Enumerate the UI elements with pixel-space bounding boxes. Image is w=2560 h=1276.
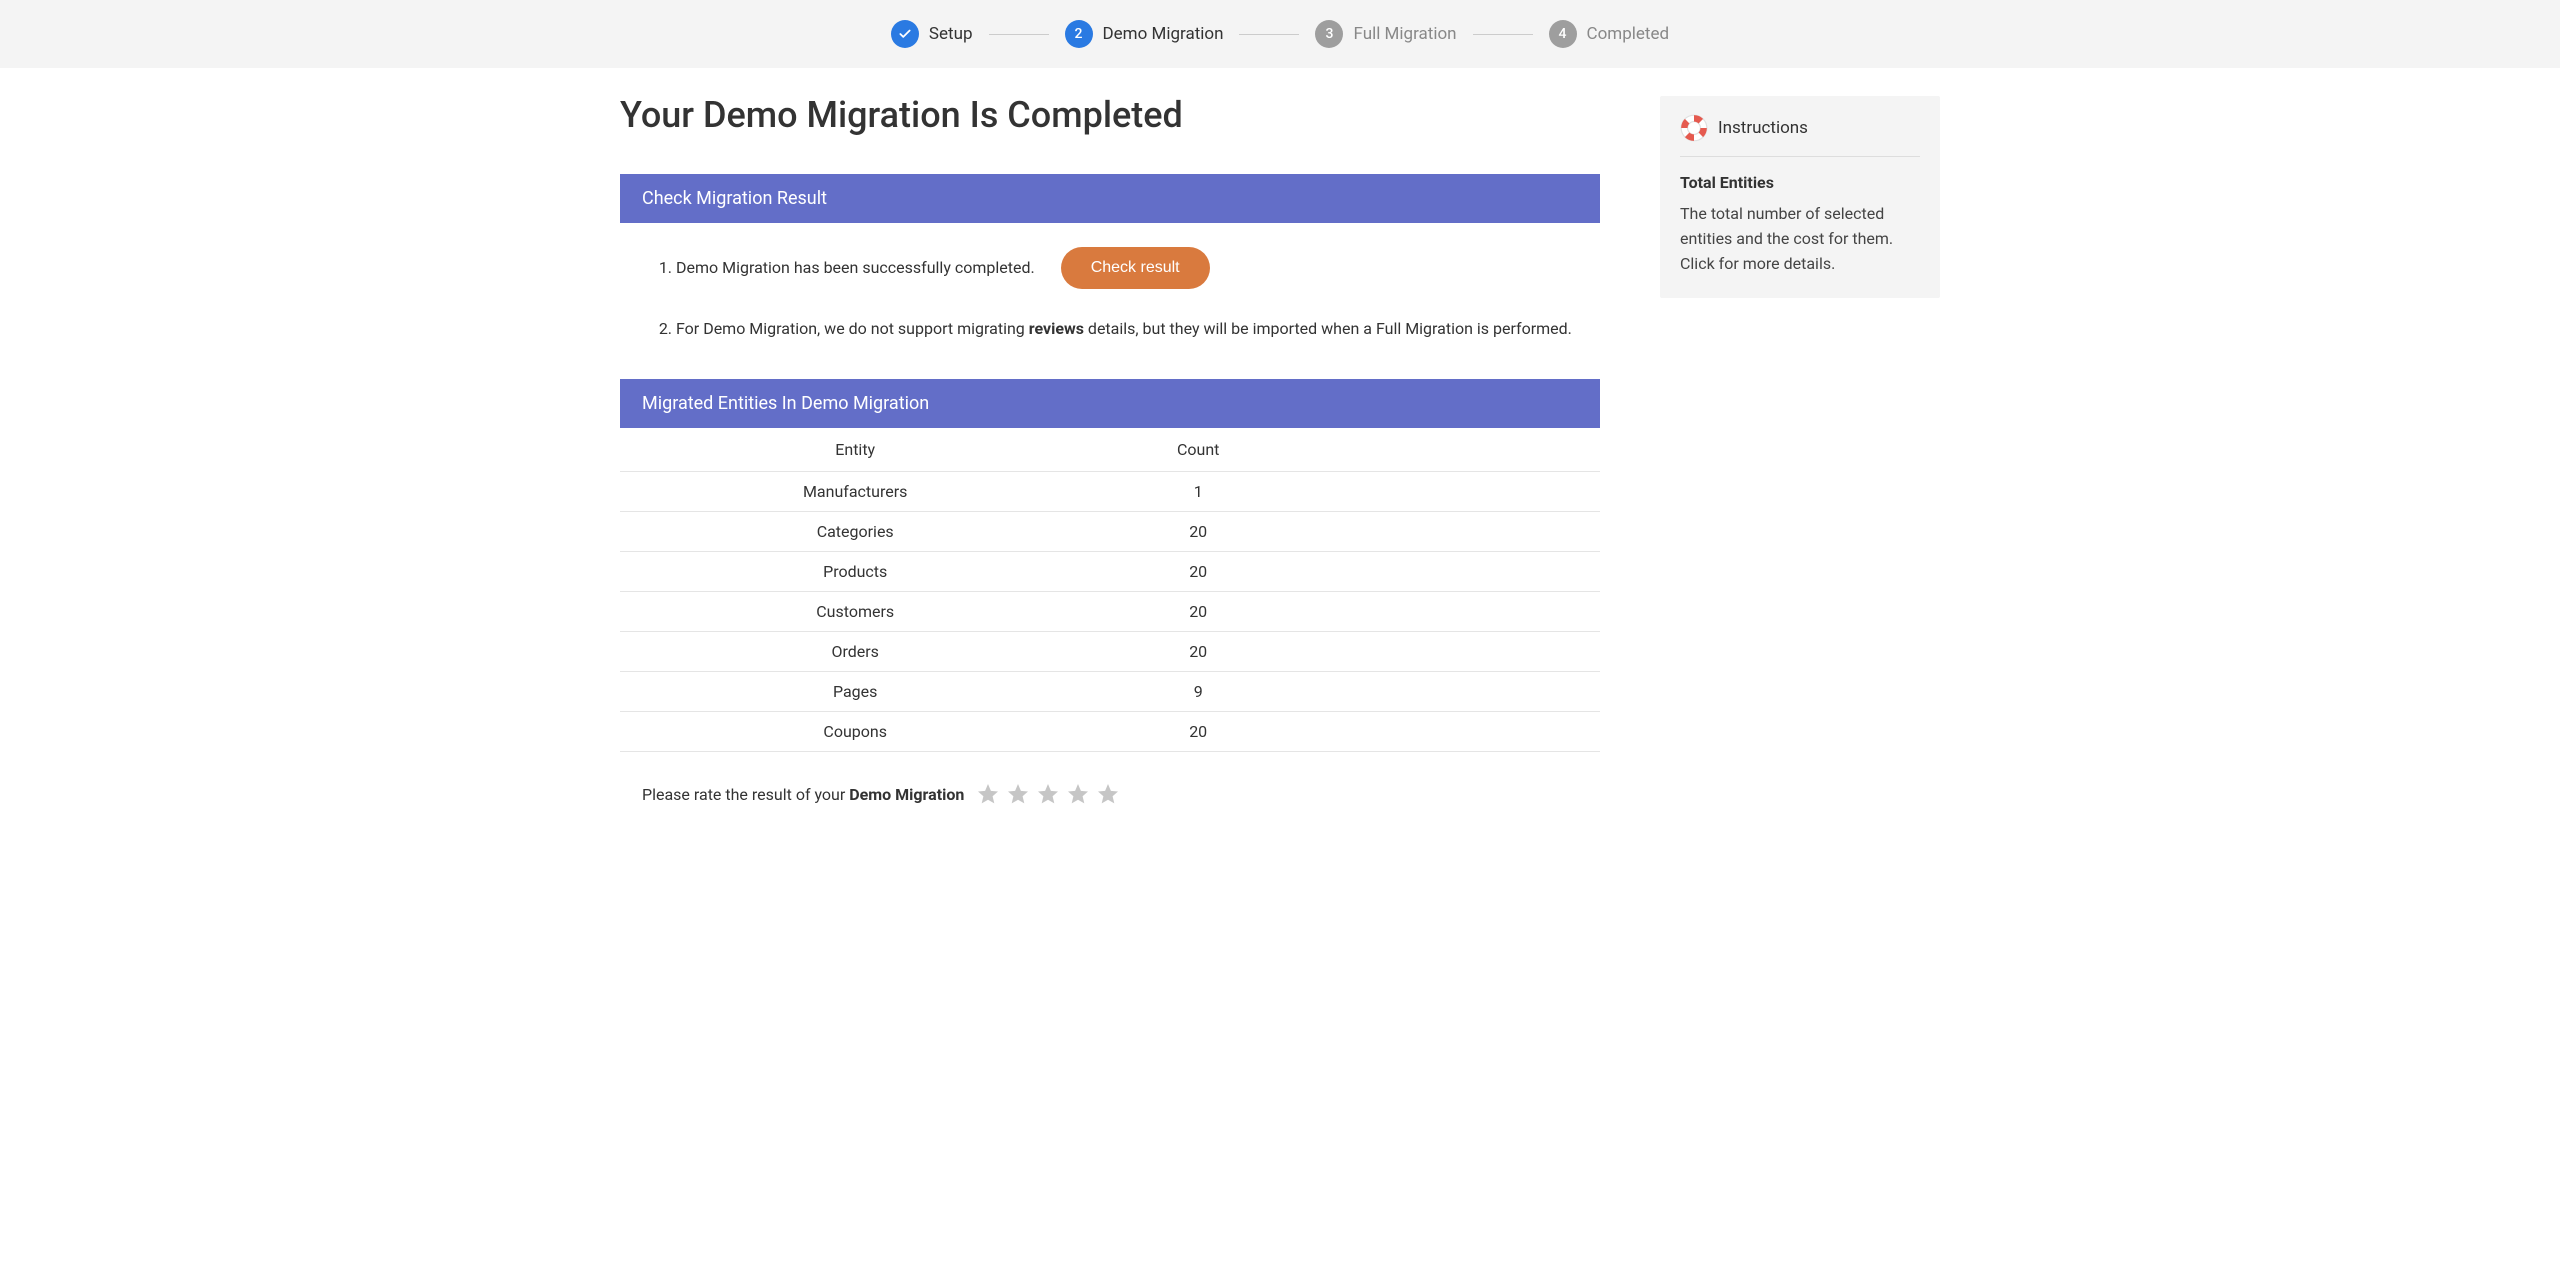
entities-table: Entity Count Manufacturers1Categories20P… [620, 428, 1600, 752]
entity-count-cell: 20 [1090, 552, 1306, 592]
sidebar-section-title[interactable]: Total Entities [1680, 173, 1920, 192]
rating-bold: Demo Migration [849, 785, 964, 804]
result-item-2-bold: reviews [1029, 319, 1084, 338]
table-row: Coupons20 [620, 712, 1600, 752]
star-5[interactable] [1096, 782, 1120, 806]
table-row: Manufacturers1 [620, 472, 1600, 512]
result-item-1-text: Demo Migration has been successfully com… [676, 256, 1035, 280]
entity-count-cell: 20 [1090, 512, 1306, 552]
star-1[interactable] [976, 782, 1000, 806]
entity-name-cell: Customers [620, 592, 1090, 632]
entity-name-cell: Categories [620, 512, 1090, 552]
table-row: Customers20 [620, 592, 1600, 632]
result-item-2-prefix: For Demo Migration, we do not support mi… [676, 319, 1029, 338]
sidebar-section-text: The total number of selected entities an… [1680, 202, 1920, 276]
result-item-2: For Demo Migration, we do not support mi… [676, 317, 1590, 341]
step-label: Demo Migration [1103, 24, 1224, 44]
entity-count-cell: 1 [1090, 472, 1306, 512]
entity-count-cell: 20 [1090, 592, 1306, 632]
check-result-panel-body: Demo Migration has been successfully com… [620, 223, 1600, 379]
page-title: Your Demo Migration Is Completed [620, 94, 1600, 136]
col-entity-header: Entity [620, 428, 1090, 472]
step-circle-inactive: 3 [1315, 20, 1343, 48]
step-demo-migration[interactable]: 2 Demo Migration [1065, 20, 1224, 48]
step-label: Completed [1587, 24, 1670, 44]
check-result-panel-header: Check Migration Result [620, 174, 1600, 223]
entity-name-cell: Pages [620, 672, 1090, 712]
rating-row: Please rate the result of your Demo Migr… [620, 782, 1600, 806]
entity-count-cell: 9 [1090, 672, 1306, 712]
table-row: Categories20 [620, 512, 1600, 552]
step-setup[interactable]: Setup [891, 20, 973, 48]
step-divider [1473, 34, 1533, 35]
star-3[interactable] [1036, 782, 1060, 806]
entity-name-cell: Manufacturers [620, 472, 1090, 512]
rating-stars [976, 782, 1120, 806]
step-label: Full Migration [1353, 24, 1456, 44]
result-item-2-suffix: details, but they will be imported when … [1084, 319, 1572, 338]
step-circle-inactive: 4 [1549, 20, 1577, 48]
entities-panel-header: Migrated Entities In Demo Migration [620, 379, 1600, 428]
table-row: Products20 [620, 552, 1600, 592]
step-divider [989, 34, 1049, 35]
result-item-1: Demo Migration has been successfully com… [676, 247, 1590, 289]
col-count-header: Count [1090, 428, 1306, 472]
lifebuoy-icon [1680, 114, 1708, 142]
entity-name-cell: Coupons [620, 712, 1090, 752]
step-circle-done [891, 20, 919, 48]
check-icon [898, 27, 912, 41]
step-label: Setup [929, 24, 973, 44]
sidebar-header: Instructions [1680, 114, 1920, 157]
step-divider [1239, 34, 1299, 35]
table-row: Orders20 [620, 632, 1600, 672]
step-completed[interactable]: 4 Completed [1549, 20, 1670, 48]
entity-name-cell: Products [620, 552, 1090, 592]
entity-name-cell: Orders [620, 632, 1090, 672]
instructions-sidebar: Instructions Total Entities The total nu… [1660, 96, 1940, 298]
rating-prefix: Please rate the result of your [642, 785, 849, 804]
step-full-migration[interactable]: 3 Full Migration [1315, 20, 1456, 48]
entity-count-cell: 20 [1090, 712, 1306, 752]
entity-count-cell: 20 [1090, 632, 1306, 672]
progress-stepper: Setup 2 Demo Migration 3 Full Migration … [0, 0, 2560, 68]
main-content: Your Demo Migration Is Completed Check M… [620, 94, 1600, 806]
star-4[interactable] [1066, 782, 1090, 806]
check-result-button[interactable]: Check result [1061, 247, 1210, 289]
star-2[interactable] [1006, 782, 1030, 806]
table-row: Pages9 [620, 672, 1600, 712]
step-circle-active: 2 [1065, 20, 1093, 48]
sidebar-title: Instructions [1718, 118, 1808, 138]
